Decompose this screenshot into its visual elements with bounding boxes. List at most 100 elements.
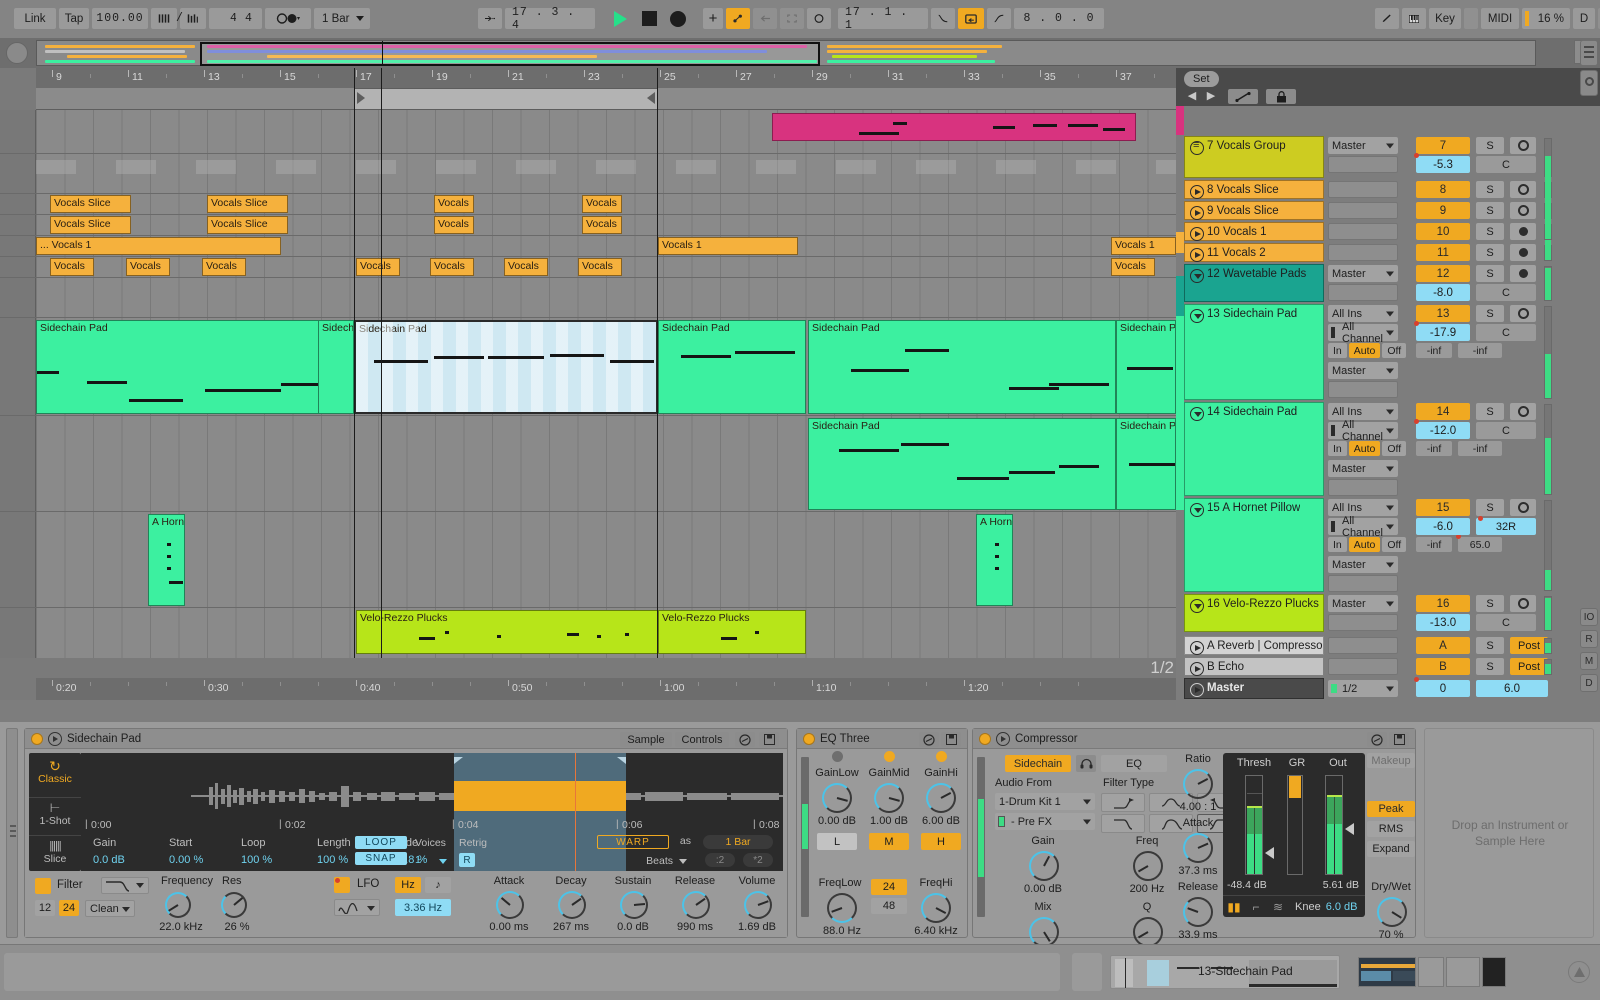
lane-vocals-slice-b[interactable]: Vocals Slice Vocals Slice Vocals Vocals <box>0 215 1176 236</box>
punch-out-icon[interactable] <box>987 8 1011 29</box>
send-a-14[interactable]: -inf <box>1416 441 1452 456</box>
delay-toggle-icon[interactable]: D <box>1580 674 1598 692</box>
voices-value[interactable]: 1 <box>415 854 421 866</box>
device-thumb-compressor[interactable] <box>1446 957 1480 987</box>
return-number[interactable]: B <box>1416 658 1470 675</box>
lane-sidechain-pad-14[interactable]: Sidechain Pad Sidechain Pa <box>0 416 1176 512</box>
group-fold-icon[interactable] <box>1190 141 1204 155</box>
clip[interactable] <box>772 113 1136 141</box>
send-a-15[interactable]: -inf <box>1416 537 1452 552</box>
mixer-toggle-icon[interactable]: M <box>1580 652 1598 670</box>
lfo-shape-selector[interactable] <box>334 899 380 916</box>
device-power-icon[interactable] <box>31 732 43 745</box>
sidechain-headphone-icon[interactable] <box>1076 755 1096 772</box>
unfold-track-icon[interactable] <box>1190 269 1204 283</box>
track-output-select-13[interactable]: Master <box>1328 362 1398 379</box>
device-preset-icon[interactable] <box>919 732 939 747</box>
clip[interactable]: Vocals <box>582 195 622 213</box>
monitor-off-15[interactable]: Off <box>1382 537 1407 552</box>
lane-velo-rezzo-plucks[interactable]: Velo-Rezzo Plucks Velo-Rezzo Plucks <box>0 608 1176 658</box>
track-name-16[interactable]: 16 Velo-Rezzo Plucks <box>1184 594 1324 632</box>
env-knob-volume[interactable] <box>744 891 772 919</box>
arm-button-10[interactable] <box>1510 223 1536 240</box>
drop-instrument-area[interactable]: Drop an Instrument or Sample Here <box>1424 728 1594 938</box>
send-b-15[interactable]: 65.0 <box>1456 534 1502 552</box>
automation-pencil-icon[interactable] <box>1228 89 1258 104</box>
play-icon[interactable] <box>607 10 633 27</box>
tempo-field[interactable]: 100.00 <box>92 8 148 29</box>
clip-selected[interactable]: Sidechain Pad <box>354 320 658 414</box>
clip[interactable]: Sidechain Pad <box>808 320 1116 414</box>
tab-controls[interactable]: Controls <box>675 732 729 747</box>
device-drag-handle[interactable] <box>6 728 18 938</box>
warp-button[interactable]: WARP <box>597 835 669 849</box>
back-to-arrangement-icon[interactable] <box>753 8 777 29</box>
clip[interactable]: Sidechain Pad <box>658 320 806 414</box>
threshold-meter[interactable] <box>1245 775 1263 875</box>
device-thumb-sampler[interactable] <box>1358 957 1416 987</box>
device-thumb-eq3[interactable] <box>1418 957 1444 987</box>
eq-band-toggle-m[interactable]: M <box>869 833 909 850</box>
output-handle[interactable] <box>1345 823 1354 835</box>
soft-curve-icon[interactable]: ⌐ <box>1245 900 1267 914</box>
volume-16[interactable]: -13.0 <box>1416 614 1470 631</box>
track-io-empty-9[interactable] <box>1328 202 1398 219</box>
env-knob-attack[interactable] <box>496 891 524 919</box>
automation-arm-icon[interactable] <box>726 8 750 29</box>
clip[interactable]: A Horn <box>976 514 1013 606</box>
track-number-8[interactable]: 8 <box>1416 181 1470 198</box>
loop-start-field[interactable]: 17 . 1 . 1 <box>838 6 928 32</box>
device-hotswap-icon[interactable] <box>996 731 1010 746</box>
freq-hi-knob[interactable] <box>921 893 951 923</box>
monitor-off-13[interactable]: Off <box>1382 343 1407 358</box>
unfold-track-icon[interactable] <box>1190 599 1204 613</box>
send-b-14[interactable]: -inf <box>1458 441 1502 456</box>
solo-button-14[interactable]: S <box>1476 403 1504 420</box>
expand-button[interactable]: Expand <box>1367 841 1415 857</box>
beats-label[interactable]: Beats <box>646 855 673 867</box>
track-output-select-14[interactable]: Master <box>1328 460 1398 477</box>
solo-button-15[interactable]: S <box>1476 499 1504 516</box>
track-io-empty-11[interactable] <box>1328 244 1398 261</box>
send-a-13[interactable]: -inf <box>1416 343 1452 358</box>
filter-shape-selector[interactable] <box>101 877 149 894</box>
tap-tempo-button[interactable]: Tap <box>59 8 89 29</box>
return-solo-button[interactable]: S <box>1476 637 1504 654</box>
track-name[interactable]: B Echo <box>1184 657 1324 676</box>
threshold-handle[interactable] <box>1265 847 1274 859</box>
track-name-7[interactable]: 7 Vocals Group <box>1184 136 1324 178</box>
track-input-type-13[interactable]: All Ins <box>1328 305 1398 322</box>
track-header-13[interactable]: 13 Sidechain Pad All Ins All Channel In Auto… <box>1176 304 1600 402</box>
return-post-button[interactable]: Post <box>1510 637 1548 654</box>
freq-low-knob[interactable] <box>827 893 857 923</box>
midi-map-button[interactable]: MIDI <box>1481 8 1519 29</box>
arrangement-position[interactable]: 17 . 3 . 4 <box>505 6 595 32</box>
loop-button[interactable]: LOOP <box>355 836 407 849</box>
track-output-select-15[interactable]: Master <box>1328 556 1398 573</box>
quantization-icon[interactable] <box>265 8 311 29</box>
arm-button-7[interactable] <box>1510 137 1536 154</box>
mode-one-shot[interactable]: ⊢ 1-Shot <box>29 797 81 827</box>
volume-7[interactable]: -5.3 <box>1414 153 1470 173</box>
knee-value[interactable]: 6.0 dB <box>1326 901 1358 913</box>
bar-ruler[interactable]: 9 11 13 15 17 19 21 23 25 27 29 31 33 35 37 <box>36 68 1176 88</box>
unfold-track-icon[interactable] <box>1190 309 1204 323</box>
solo-button-10[interactable]: S <box>1476 223 1504 240</box>
track-number-14[interactable]: 14 <box>1416 403 1470 420</box>
out-value[interactable]: 5.61 dB <box>1291 879 1359 891</box>
slope-48-button[interactable]: 48 <box>871 898 907 914</box>
filter-slope-24[interactable]: 24 <box>59 900 79 916</box>
loop-brace[interactable] <box>354 88 658 110</box>
fold-track-icon[interactable] <box>1190 248 1204 262</box>
clip[interactable]: Sidechain Pa <box>1116 418 1176 510</box>
clip[interactable]: Vocals <box>434 216 474 234</box>
clip[interactable]: Vocals <box>430 258 474 276</box>
pan-7[interactable]: C <box>1476 156 1536 173</box>
device-prev-button[interactable] <box>1072 953 1102 991</box>
browser-toggle-icon[interactable] <box>1580 40 1598 66</box>
monitor-auto-15[interactable]: Auto <box>1348 537 1381 552</box>
filter-slope-12[interactable]: 12 <box>35 900 55 916</box>
return-solo-button[interactable]: S <box>1476 658 1504 675</box>
slope-24-button[interactable]: 24 <box>871 879 907 895</box>
lane-vocals-slice-8[interactable] <box>0 154 1176 194</box>
